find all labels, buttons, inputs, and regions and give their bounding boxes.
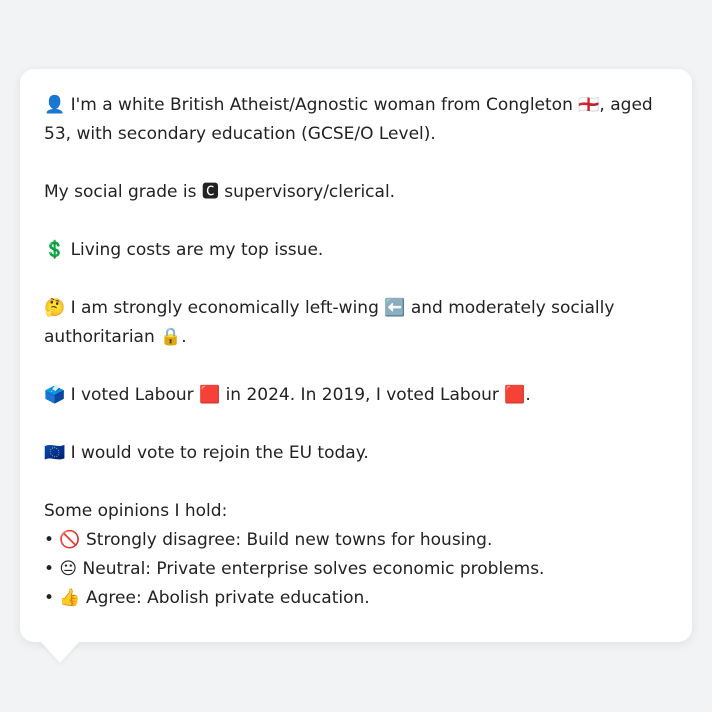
opinion-item: • 👍 Agree: Abolish private education. bbox=[44, 588, 370, 608]
opinion-item: • 😐 Neutral: Private enterprise solves e… bbox=[44, 559, 545, 579]
bubble-tail bbox=[40, 641, 80, 663]
opinion-item: • 🚫 Strongly disagree: Build new towns f… bbox=[44, 530, 493, 550]
votes-text: 🗳️ I voted Labour 🟥 in 2024. In 2019, I … bbox=[44, 385, 531, 405]
ideology-text: 🤔 I am strongly economically left-wing ⬅… bbox=[44, 298, 615, 347]
social-grade-text: My social grade is 🅲 supervisory/clerica… bbox=[44, 182, 396, 202]
message-bubble: 👤 I'm a white British Atheist/Agnostic w… bbox=[20, 69, 692, 642]
top-issue-text: 💲 Living costs are my top issue. bbox=[44, 240, 324, 260]
eu-text: 🇪🇺 I would vote to rejoin the EU today. bbox=[44, 443, 369, 463]
intro-text: 👤 I'm a white British Atheist/Agnostic w… bbox=[44, 95, 653, 144]
opinions-block: Some opinions I hold: • 🚫 Strongly disag… bbox=[44, 497, 668, 613]
opinions-heading: Some opinions I hold: bbox=[44, 501, 228, 521]
